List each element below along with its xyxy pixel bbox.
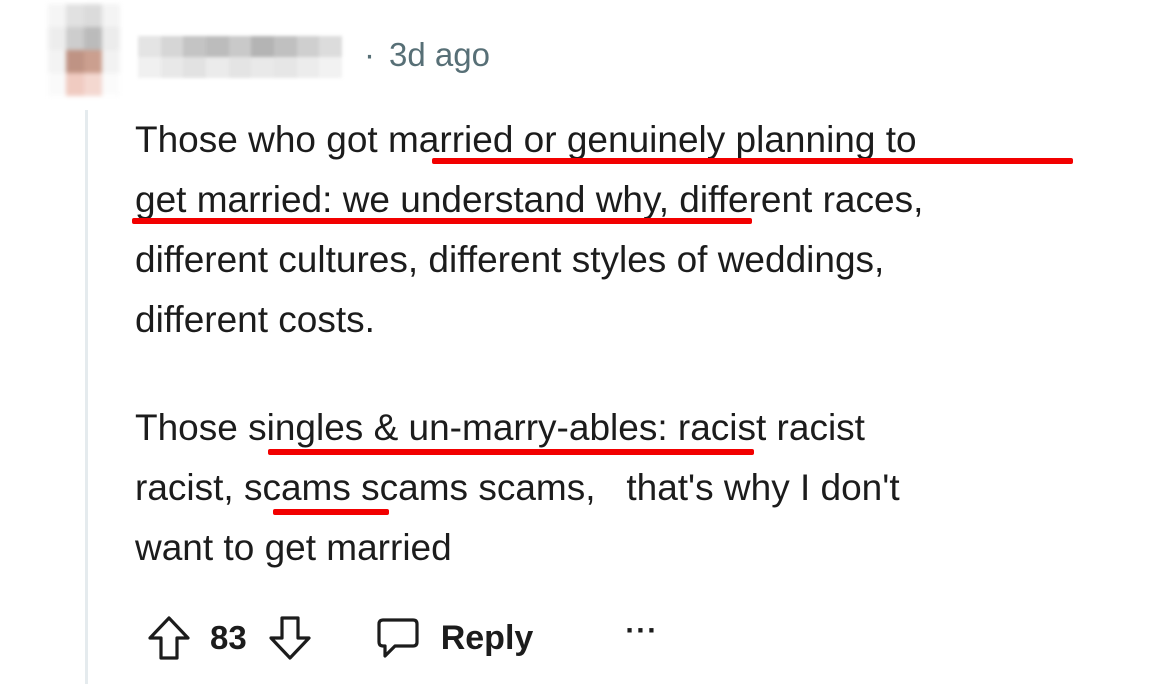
- comment-body: Those who got married or genuinely plann…: [135, 110, 1095, 578]
- meta-separator: ·: [364, 36, 375, 73]
- highlight-underline: [273, 509, 389, 515]
- arrow-up-icon: [148, 616, 190, 660]
- arrow-down-icon: [269, 616, 311, 660]
- highlight-underline: [268, 449, 754, 455]
- comment-line: want to get married: [135, 527, 452, 568]
- reply-label: Reply: [440, 618, 534, 657]
- speech-bubble-icon: [377, 618, 419, 658]
- upvote-button[interactable]: [146, 614, 192, 662]
- comment-line: racist, scams scams scams, that's why I …: [135, 467, 900, 508]
- reply-button[interactable]: Reply: [375, 616, 534, 660]
- vote-count: 83: [210, 619, 247, 656]
- downvote-button[interactable]: [267, 614, 313, 662]
- comment-actions: 83 Reply ···: [146, 610, 658, 666]
- comment-line: get married: we understand why, differen…: [135, 179, 924, 220]
- highlight-underline: [132, 218, 752, 224]
- comment-paragraph: Those who got married or genuinely plann…: [135, 110, 1095, 350]
- more-options-button[interactable]: ···: [625, 616, 658, 646]
- comment-line: different cultures, different styles of …: [135, 239, 885, 280]
- avatar[interactable]: [48, 4, 120, 96]
- comment-line: Those singles & un-marry-ables: racist r…: [135, 407, 865, 448]
- highlight-underline: [432, 158, 1073, 164]
- comment-meta: · 3d ago: [364, 33, 490, 77]
- comment-line: Those who got married or genuinely plann…: [135, 119, 917, 160]
- comment-timestamp: 3d ago: [389, 36, 490, 73]
- username-blurred[interactable]: [138, 36, 342, 78]
- comment-line: different costs.: [135, 299, 375, 340]
- thread-line[interactable]: [85, 110, 88, 684]
- comment-paragraph: Those singles & un-marry-ables: racist r…: [135, 398, 1095, 578]
